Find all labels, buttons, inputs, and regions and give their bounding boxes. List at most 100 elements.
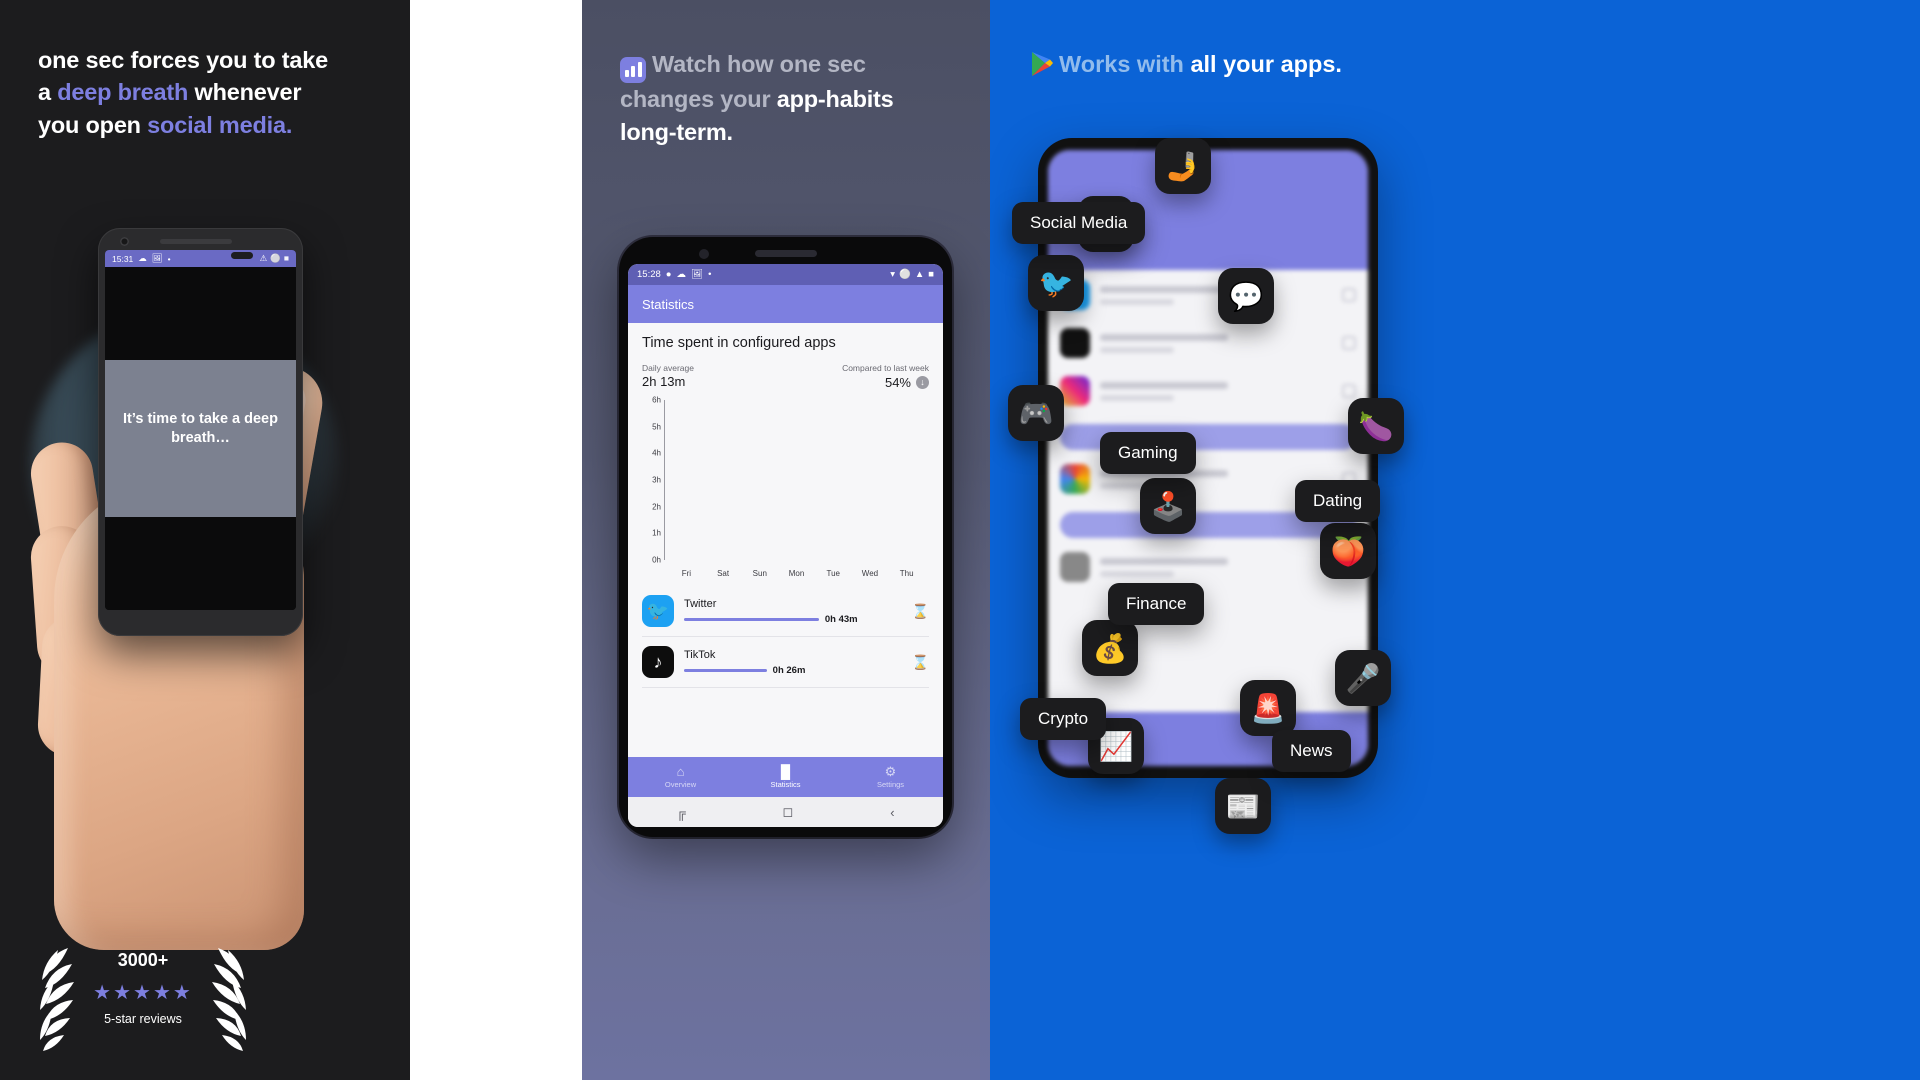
home-circle-icon[interactable]: ◻ [783, 804, 794, 820]
hourglass-icon[interactable]: ⌛ [912, 603, 929, 620]
down-arrow-icon: ↓ [916, 375, 929, 389]
sensor [231, 252, 253, 259]
statistics-body: Time spent in configured apps Daily aver… [628, 323, 943, 757]
silent-icon: ⚪ [270, 253, 281, 263]
breath-overlay-card[interactable]: It’s time to take a deep breath… [105, 359, 296, 518]
list-item [1060, 552, 1356, 582]
chart-x-labels: Fri Sat Sun Mon Tue Wed Thu [668, 569, 925, 578]
front-camera-icon [699, 249, 709, 259]
phone-mockup-2: 15:28 ● ☁ 🖼 • ▾ ⚪ ▲ ■ Statistics Time sp… [619, 237, 952, 837]
eggplant-tile[interactable]: 🍆 [1348, 398, 1404, 454]
chart-x-label: Sat [717, 569, 730, 578]
category-pill-dating[interactable]: Dating [1295, 480, 1381, 522]
back-icon[interactable]: ‹ [890, 805, 894, 820]
newspaper-tile[interactable]: 📰 [1215, 778, 1271, 834]
app-icon [1060, 328, 1090, 358]
chart-x-label: Tue [826, 569, 840, 578]
notification-icon: ● [665, 269, 672, 280]
bird-tile[interactable]: 🐦 [1028, 255, 1084, 311]
chart-x-label: Mon [788, 569, 805, 578]
category-pill-gaming[interactable]: Gaming [1100, 432, 1196, 474]
hourglass-icon[interactable]: ⌛ [912, 654, 929, 671]
headline-part1: Watch how one sec [652, 51, 866, 77]
speech-tile[interactable]: 💬 [1218, 268, 1274, 324]
chart-y-tick: 1h [652, 528, 661, 538]
peach-tile[interactable]: 🍑 [1320, 523, 1376, 579]
reviews-badge: 3000+ ★★★★★ 5-star reviews [28, 940, 258, 1058]
silent-icon: ⚪ [899, 269, 911, 280]
wifi-icon: ▾ [890, 269, 895, 280]
panel-works-with-apps: Works with all your apps. 🤳📸🐦💬🎮🍆🕹️🍑💰📈🚨🎤� [990, 0, 1920, 1080]
tiktok-icon: ♪ [642, 646, 674, 678]
star-rating-icon: ★★★★★ [93, 982, 193, 1004]
status-right-icons: ▾ ⚪ ▲ ■ [890, 269, 934, 280]
app-usage-bar [684, 668, 767, 672]
headline-app-habits: app-habits [776, 86, 894, 112]
app-usage-bar-row: 0h 43m [684, 614, 902, 625]
chart-axis-line [664, 400, 665, 560]
chart-y-axis: 6h 5h 4h 3h 2h 1h 0h [642, 396, 664, 565]
app-icon [1060, 376, 1090, 406]
category-pill-social-media[interactable]: Social Media [1012, 202, 1146, 244]
recents-icon[interactable]: ╔ [676, 805, 685, 820]
app-usage-row[interactable]: ♪ TikTok 0h 26m ⌛ [642, 637, 929, 688]
headline-line3-a: you open [38, 111, 148, 138]
status-time: 15:31 [112, 253, 134, 264]
nav-item-label: Statistics [770, 780, 801, 789]
joystick-tile[interactable]: 🕹️ [1140, 478, 1196, 534]
gaming-tile[interactable]: 🎮 [1008, 385, 1064, 441]
app-usage-time: 0h 26m [772, 664, 806, 676]
time-spent-bar-chart: 6h 5h 4h 3h 2h 1h 0h Fri Sat Sun Mon Tue Wed Thu [642, 396, 929, 579]
chart-y-tick: 0h [652, 555, 661, 565]
status-bar: 15:28 ● ☁ 🖼 • ▾ ⚪ ▲ ■ [628, 264, 943, 285]
daily-average-value: 2h 13m [642, 374, 686, 389]
app-usage-main: Twitter 0h 43m [684, 598, 902, 625]
headline-part2: changes your [620, 86, 777, 112]
chart-x-label: Thu [899, 569, 914, 578]
chart-bars [668, 400, 925, 560]
rocket-tile[interactable]: 🚨 [1240, 680, 1296, 736]
checkbox-icon[interactable] [1342, 336, 1356, 350]
headline-line2-b: whenever [188, 79, 302, 106]
app-usage-main: TikTok 0h 26m [684, 649, 902, 676]
cloud-icon: ☁ [676, 269, 687, 280]
checkbox-icon[interactable] [1342, 288, 1356, 302]
mic-tile[interactable]: 🎤 [1335, 650, 1391, 706]
nav-item-settings[interactable]: ⚙ Settings [838, 757, 943, 797]
app-usage-time: 0h 43m [824, 613, 858, 625]
nav-item-statistics[interactable]: █ Statistics [733, 757, 838, 797]
app-store-screenshot-set: one sec forces you to take a deep breath… [0, 0, 1920, 1080]
section-title: Time spent in configured apps [642, 335, 836, 351]
app-usage-bar-row: 0h 26m [684, 665, 902, 676]
category-pill-news[interactable]: News [1272, 730, 1351, 772]
panel1-headline: one sec forces you to take a deep breath… [38, 44, 388, 141]
app-usage-row[interactable]: 🐦 Twitter 0h 43m ⌛ [642, 586, 929, 637]
status-time: 15:28 [637, 269, 661, 280]
app-usage-bar [684, 617, 819, 621]
category-pill-finance[interactable]: Finance [1108, 583, 1205, 625]
selfie-tile[interactable]: 🤳 [1155, 138, 1211, 194]
bar-chart-icon [620, 57, 646, 83]
status-bar: 15:31 ☁ 🖼 • ⚠ ⚪ ■ [105, 250, 296, 267]
nav-item-label: Overview [664, 780, 697, 789]
chart-x-label: Fri [681, 569, 692, 578]
battery-icon: ■ [283, 253, 289, 263]
moneybag-tile[interactable]: 💰 [1082, 620, 1138, 676]
app-bar-title: Statistics [642, 296, 695, 312]
dot-icon: • [708, 269, 712, 280]
google-play-icon [1032, 52, 1053, 76]
phone-mockup-1: 15:31 ☁ 🖼 • ⚠ ⚪ ■ It’s time to take a de… [98, 228, 303, 636]
checkbox-icon[interactable] [1342, 384, 1356, 398]
headline-line1: one sec forces you to take [38, 47, 328, 73]
vibrate-icon: ⚠ [259, 253, 268, 263]
app-usage-list: 🐦 Twitter 0h 43m ⌛ ♪ TikTok 0h 26m ⌛ [642, 586, 929, 688]
chart-y-tick: 3h [652, 475, 661, 485]
breath-overlay-text: It’s time to take a deep breath… [123, 410, 278, 446]
home-icon: ⌂ [676, 764, 685, 779]
nav-item-overview[interactable]: ⌂ Overview [628, 757, 733, 797]
bottom-navigation: ⌂ Overview █ Statistics ⚙ Settings [628, 757, 943, 797]
earpiece-speaker [160, 239, 232, 244]
list-item [1060, 376, 1356, 406]
category-pill-crypto[interactable]: Crypto [1020, 698, 1107, 740]
app-bar: Statistics [628, 285, 943, 323]
